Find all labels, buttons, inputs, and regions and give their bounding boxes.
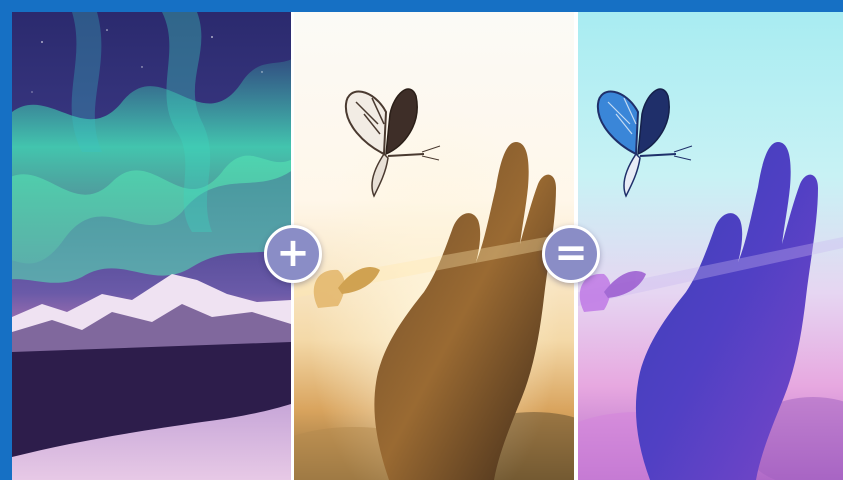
equals-operator-icon: = xyxy=(542,225,600,283)
result-illustration xyxy=(578,12,843,480)
style-image-hand xyxy=(294,12,574,480)
plus-operator-icon: + xyxy=(264,225,322,283)
aurora-illustration xyxy=(12,12,291,480)
source-image-aurora xyxy=(12,12,291,480)
image-frame: + = xyxy=(0,0,843,480)
result-image-stylized xyxy=(578,12,843,480)
image-stage: + = xyxy=(12,12,843,480)
hand-butterfly-illustration xyxy=(294,12,574,480)
